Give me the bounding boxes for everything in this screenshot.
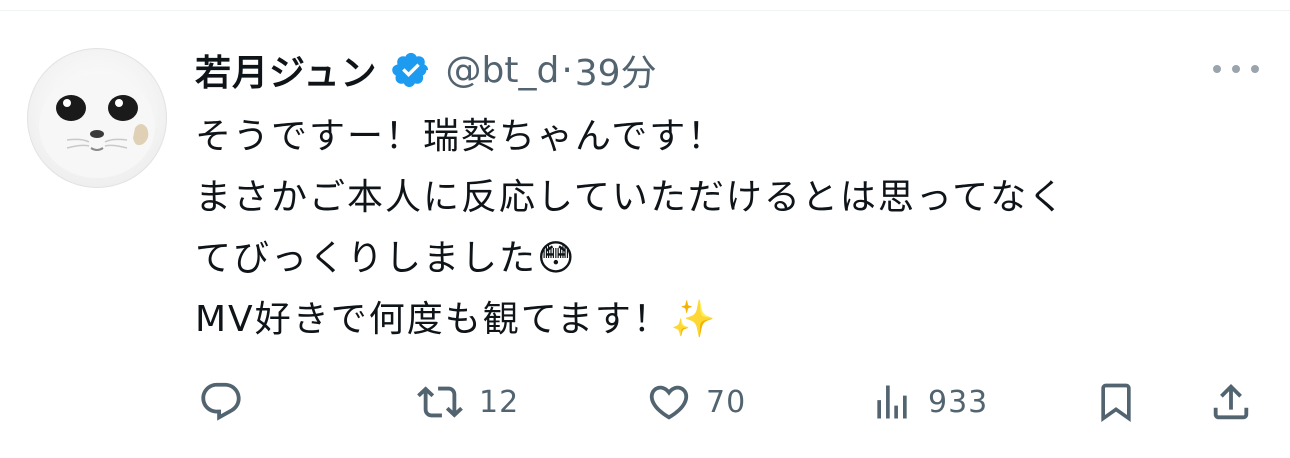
retweet-button[interactable]: 12 [415, 372, 519, 432]
separator-dot: · [561, 49, 573, 91]
timestamp[interactable]: 39分 [575, 44, 657, 96]
author-handle[interactable]: @bt_d [445, 50, 559, 91]
like-count: 70 [706, 384, 747, 420]
retweet-icon [417, 386, 463, 418]
reply-icon [201, 382, 241, 421]
views-icon [877, 385, 907, 419]
reply-button[interactable] [198, 372, 244, 432]
avatar[interactable] [27, 48, 167, 188]
tweet-text-line: そうですー！瑞葵ちゃんです！ [195, 116, 726, 157]
like-button[interactable]: 70 [646, 372, 746, 432]
more-dot [1232, 65, 1240, 73]
top-divider [0, 10, 1290, 11]
views-button[interactable]: 933 [870, 372, 988, 432]
action-bar: 12 70 933 [0, 372, 1290, 432]
seal-avatar-icon [39, 74, 155, 178]
verified-badge-icon [391, 50, 431, 90]
more-dot [1251, 65, 1259, 73]
bookmark-icon [1101, 383, 1131, 423]
retweet-count: 12 [479, 384, 520, 420]
tweet-text-line: MV好きで何度も観てます！✨ [195, 299, 718, 340]
more-options-icon[interactable] [1213, 58, 1259, 80]
author-display-name[interactable]: 若月ジュン [195, 44, 377, 96]
tweet-text-line: てびっくりしました😳 [195, 238, 577, 279]
views-count: 933 [928, 384, 989, 420]
share-icon [1213, 383, 1249, 420]
bookmark-button[interactable] [1094, 372, 1138, 432]
more-dot [1213, 65, 1221, 73]
tweet-text: そうですー！瑞葵ちゃんです！ まさかご本人に反応していただけるとは思ってなく て… [195, 106, 1255, 350]
tweet-header: 若月ジュン @bt_d · 39分 [195, 42, 657, 98]
heart-icon [649, 385, 689, 420]
tweet-text-line: まさかご本人に反応していただけるとは思ってなく [195, 177, 1067, 218]
share-button[interactable] [1208, 372, 1254, 432]
